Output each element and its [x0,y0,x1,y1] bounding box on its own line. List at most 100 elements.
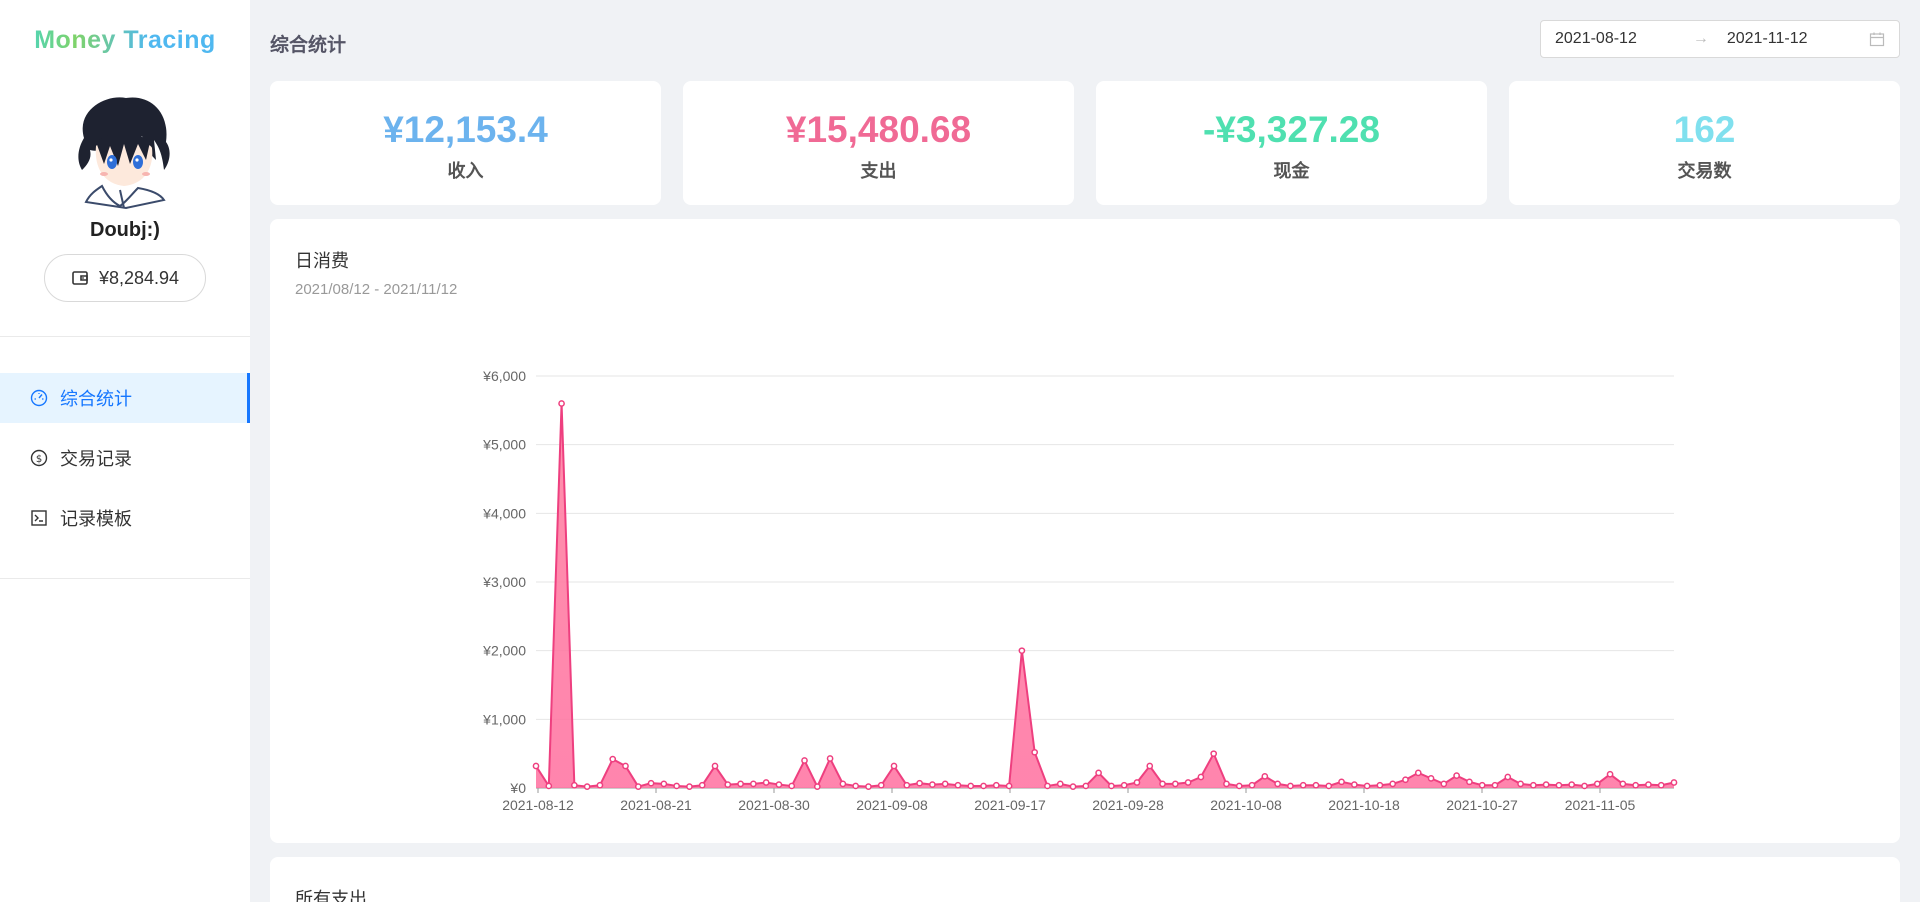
daily-expense-card: 日消费 2021/08/12 - 2021/11/12 ¥0 ¥1,000 ¥2,0… [270,219,1900,843]
data-point [724,781,732,788]
balance-amount: ¥8,284.94 [98,267,180,288]
data-point [826,755,834,762]
data-point [1414,769,1422,777]
data-point [1581,782,1588,790]
y-tick-label: ¥6,000 [482,368,526,384]
data-point [698,781,706,789]
stat-label: 现金 [1273,161,1310,181]
arrow-right-icon: → [1692,30,1709,47]
data-point [775,781,783,788]
data-point [1223,780,1230,788]
sidebar-item-label: 交易记录 [60,449,132,469]
data-point [1120,781,1128,789]
x-tick-label: 2021-11-05 [1565,797,1636,813]
data-point [1287,782,1294,790]
dollar-icon: $ [30,449,48,467]
data-point [941,780,949,788]
y-tick-label: ¥2,000 [482,643,526,659]
dashboard-icon [30,389,48,407]
all-expenses-title: 所有支出 [295,889,367,902]
data-point [1248,781,1256,789]
data-point [1171,780,1179,788]
stat-card-expense: ¥15,480.68 支出 [683,81,1074,205]
data-point [1108,782,1115,790]
data-point [1478,781,1486,789]
data-point [788,782,796,790]
data-point [801,757,808,764]
data-point [545,782,553,790]
data-point [1274,780,1281,788]
sidebar-divider-bottom [0,578,250,579]
stat-value: 162 [1673,109,1736,150]
data-point [596,781,604,789]
sidebar-item-transactions[interactable]: $ 交易记录 [0,433,250,483]
data-point [1312,781,1320,789]
data-point [890,762,898,770]
stat-value: -¥3,327.28 [1203,109,1380,150]
y-tick-label: ¥0 [509,780,526,796]
data-point [903,781,911,789]
x-tick-label: 2021-10-18 [1328,797,1400,813]
data-point [583,783,591,790]
data-point [1657,781,1665,789]
data-point [1210,750,1218,758]
data-point [609,755,617,763]
data-point [686,783,693,790]
data-point [1082,782,1090,790]
data-point [1389,780,1397,788]
date-range-picker[interactable]: 2021-08-12 → 2021-11-12 [1540,20,1900,58]
data-point [1069,783,1077,790]
data-point [1056,780,1064,788]
data-point [622,762,629,770]
x-tick-label: 2021-10-08 [1210,797,1282,813]
page-title: 综合统计 [270,35,347,56]
data-point [954,781,962,789]
daily-expense-chart[interactable]: ¥0 ¥1,000 ¥2,000 ¥3,000 ¥4,000 ¥5,000 ¥6,000 20… [270,219,1900,843]
x-tick-label: 2021-08-12 [502,797,574,813]
app-logo: Money Tracing [0,26,250,55]
x-tick-label: 2021-09-17 [974,797,1046,813]
data-point [673,782,681,790]
series-area [536,403,1674,788]
data-point [1350,781,1358,788]
balance-badge[interactable]: ¥8,284.94 [44,254,206,302]
date-start-input[interactable]: 2021-08-12 [1555,30,1637,48]
sidebar-item-label: 综合统计 [60,389,132,409]
data-point [1146,762,1154,770]
sidebar-item-overview[interactable]: 综合统计 [0,373,250,423]
data-point [1568,781,1576,788]
data-point [813,783,821,790]
data-point [980,782,987,790]
data-point [1466,778,1473,786]
data-point [1363,782,1371,790]
data-point [532,762,540,770]
data-point [1517,780,1524,788]
data-point [1338,778,1345,786]
data-point [1555,781,1563,789]
stat-label: 交易数 [1677,161,1732,181]
data-point [929,781,936,788]
data-point [1504,773,1512,781]
sidebar-divider-top [0,336,250,337]
data-point [737,780,744,788]
data-point [1645,781,1652,788]
x-tick-label: 2021-08-30 [738,797,810,813]
y-tick-label: ¥4,000 [482,505,526,521]
data-point [1018,647,1026,655]
sidebar: Money Tracing Doubj:) ¥8,284.94 综合统计 $ 交… [0,0,250,902]
data-point [1184,779,1192,786]
sidebar-menu: 综合统计 $ 交易记录 记录模板 [0,373,250,553]
sidebar-item-templates[interactable]: 记录模板 [0,493,250,543]
calendar-icon [1869,32,1885,47]
stat-value: ¥12,153.4 [383,109,548,150]
data-point [762,779,770,786]
data-point [1619,780,1627,788]
y-tick-label: ¥5,000 [482,437,526,453]
x-tick-label: 2021-08-21 [620,797,692,813]
stat-label: 收入 [447,161,484,181]
data-point [660,780,668,788]
data-point [1491,781,1499,789]
username: Doubj:) [90,219,160,241]
sidebar-item-label: 记录模板 [60,509,132,529]
date-end-input[interactable]: 2021-11-12 [1727,30,1808,48]
